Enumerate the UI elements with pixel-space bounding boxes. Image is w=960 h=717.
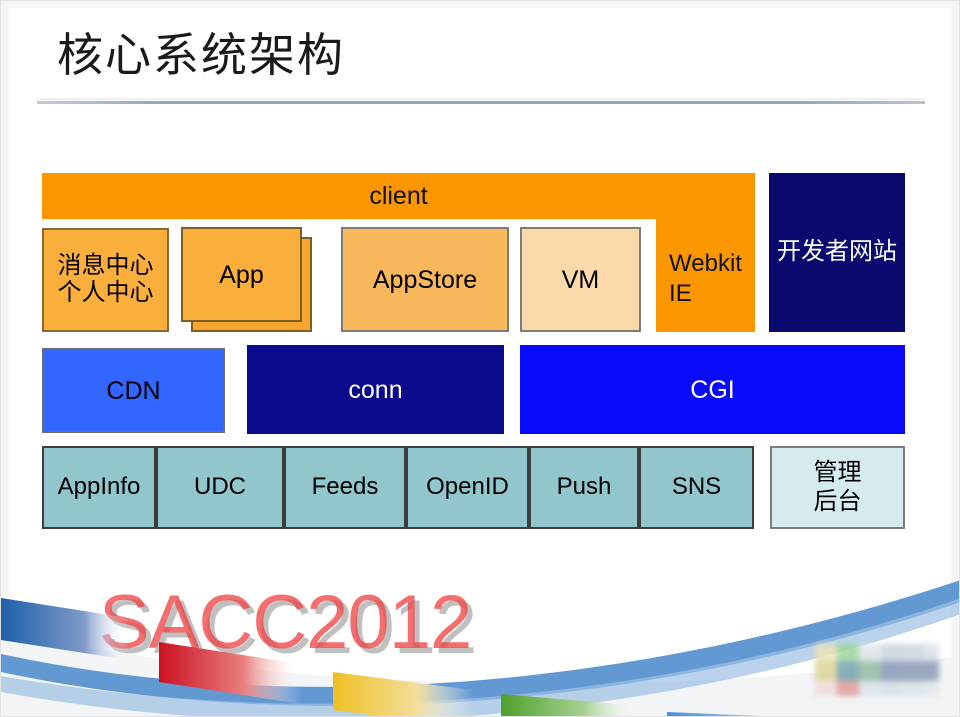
node-cdn: CDN <box>42 348 225 433</box>
node-feeds: Feeds <box>284 446 406 529</box>
node-appinfo: AppInfo <box>42 446 156 529</box>
node-developer-website: 开发者网站 <box>769 173 905 332</box>
node-conn: conn <box>247 345 504 434</box>
node-openid: OpenID <box>406 446 529 529</box>
node-sns: SNS <box>639 446 754 529</box>
client-label: client <box>369 181 428 210</box>
corner-logo-blurred <box>815 644 939 696</box>
node-vm: VM <box>520 227 641 332</box>
node-push: Push <box>529 446 639 529</box>
node-admin-backend: 管理 后台 <box>770 446 905 529</box>
node-appstore: AppStore <box>341 227 509 332</box>
node-cgi: CGI <box>520 345 905 434</box>
node-message-center: 消息中心 个人中心 <box>42 228 169 332</box>
slide-canvas: 核心系统架构 client Webkit IE 开发者网站 消息中心 个人中心 … <box>0 0 960 717</box>
node-udc: UDC <box>156 446 284 529</box>
webkit-ie-label: Webkit IE <box>669 250 742 307</box>
node-app: App <box>181 227 302 322</box>
